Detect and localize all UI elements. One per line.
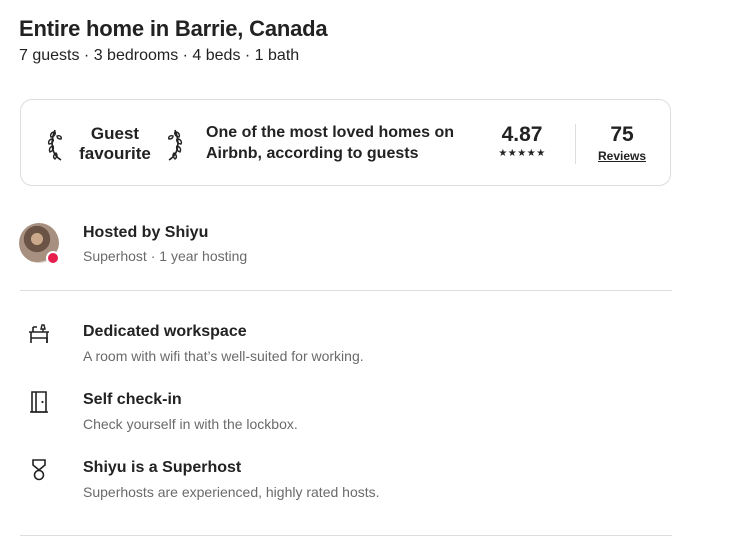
reviews-link[interactable]: Reviews — [593, 148, 651, 164]
highlight-title-checkin: Self check-in — [83, 391, 182, 408]
guest-favourite-badge: Guest favourite — [71, 124, 159, 164]
rating-block: 4.87 ★★★★★ — [491, 122, 553, 160]
highlight-title-superhost: Shiyu is a Superhost — [83, 459, 242, 476]
section-divider-bottom — [20, 535, 672, 536]
section-divider — [20, 290, 672, 291]
desk-icon — [29, 324, 49, 343]
host-name: Hosted by Shiyu — [83, 224, 209, 241]
guest-favourite-card[interactable]: Guest favourite One of the most loved ho… — [20, 99, 671, 186]
reviews-count: 75 — [610, 123, 634, 146]
listing-summary: 7 guests · 3 bedrooms · 4 beds · 1 bath — [19, 47, 300, 64]
card-divider — [575, 124, 576, 164]
star-rating-icon: ★★★★★ — [498, 148, 546, 159]
highlight-title-workspace: Dedicated workspace — [83, 323, 247, 340]
superhost-badge-icon — [46, 251, 60, 265]
badge-line-1: Guest — [90, 124, 140, 143]
laurel-left-icon — [47, 129, 62, 161]
highlight-desc-workspace: A room with wifi that’s well-suited for … — [83, 348, 364, 364]
highlight-desc-checkin: Check yourself in with the lockbox. — [83, 416, 298, 432]
guest-favourite-description: One of the most loved homes on Airbnb, a… — [206, 124, 455, 162]
host-subtitle: Superhost · 1 year hosting — [83, 248, 248, 264]
door-icon — [30, 391, 48, 413]
laurel-right-icon — [168, 129, 183, 161]
rating-value: 4.87 — [501, 123, 543, 146]
listing-title: Entire home in Barrie, Canada — [19, 16, 328, 41]
superhost-medal-icon — [32, 459, 46, 481]
host-avatar[interactable] — [19, 223, 60, 265]
badge-line-2: favourite — [79, 144, 151, 163]
highlight-desc-superhost: Superhosts are experienced, highly rated… — [83, 484, 380, 500]
reviews-block[interactable]: 75 Reviews — [593, 122, 651, 164]
